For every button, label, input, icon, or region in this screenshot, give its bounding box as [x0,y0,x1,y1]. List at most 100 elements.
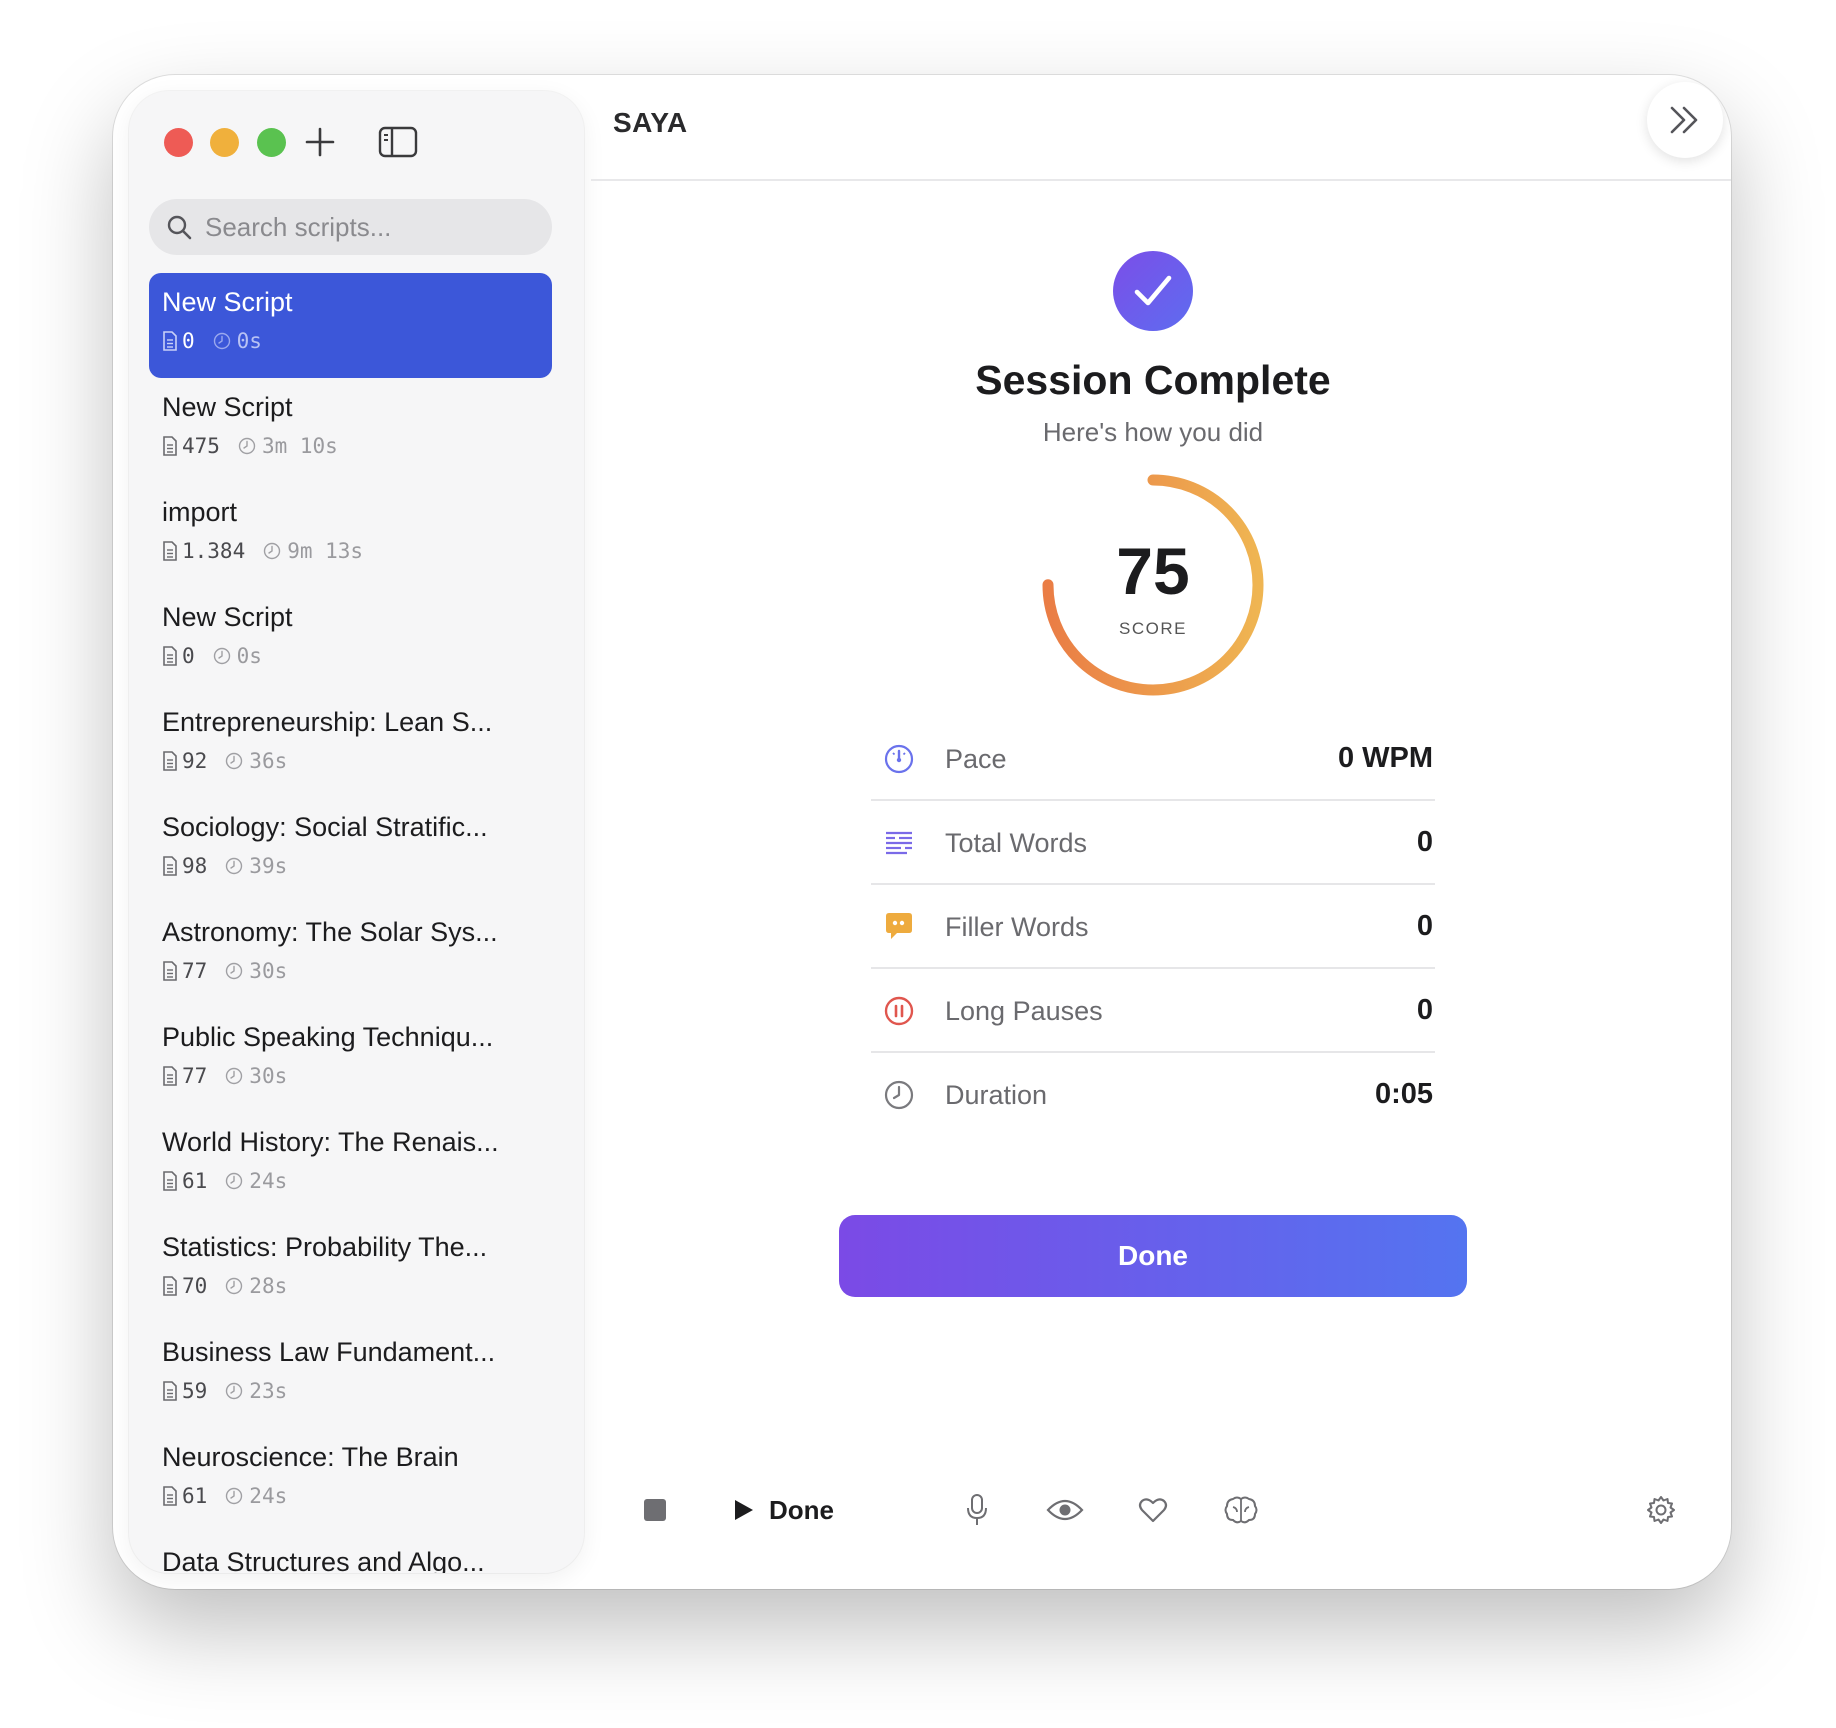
stat-row-duration: Duration 0:05 [871,1053,1435,1137]
stat-value: 0:05 [1374,1078,1433,1110]
script-duration: 23s [249,1379,288,1403]
session-title: Session Complete [975,357,1331,403]
stat-label: Pace [945,744,1007,774]
document-icon [162,961,178,981]
text-lines-icon [883,827,915,859]
script-duration: 24s [249,1484,288,1508]
stat-value: 0 [1416,994,1433,1026]
script-list-item[interactable]: New Script 0 0s [149,588,552,693]
stat-row-long-pauses: Long Pauses 0 [871,969,1435,1053]
script-list-item[interactable]: World History: The Renais... 61 24s [149,1113,552,1218]
heart-icon [1138,1498,1168,1523]
minimize-window-button[interactable] [210,128,239,157]
clock-icon [225,752,243,770]
eye-icon [1046,1499,1084,1521]
plus-icon [305,127,335,157]
clock-icon [883,1079,915,1111]
toggle-sidebar-button[interactable] [375,119,421,165]
script-duration: 39s [249,854,288,878]
script-list-item[interactable]: import 1.384 9m 13s [149,483,552,588]
close-window-button[interactable] [164,128,193,157]
script-list-item[interactable]: Neuroscience: The Brain 61 24s [149,1428,552,1533]
app-window: New Script 0 0s New Script 475 3m 10s import 1.… [113,75,1731,1589]
stat-value: 0 [1416,826,1433,858]
script-duration: 24s [249,1169,288,1193]
favorite-button[interactable] [1129,1486,1177,1534]
document-icon [162,1066,178,1086]
preview-button[interactable] [1041,1486,1089,1534]
clock-icon [225,1067,243,1085]
word-count: 59 [182,1379,208,1403]
word-count: 98 [182,854,208,878]
settings-button[interactable] [1637,1486,1685,1534]
word-count: 61 [182,1169,208,1193]
script-title: New Script [162,287,293,317]
search-bar[interactable] [149,199,552,255]
word-count: 70 [182,1274,208,1298]
score-value: 75 [1116,534,1190,608]
script-title: Business Law Fundament... [162,1337,496,1367]
document-icon [162,541,178,561]
header-divider [591,179,1731,181]
script-list-item[interactable]: Public Speaking Techniqu... 77 30s [149,1008,552,1113]
stop-button[interactable] [631,1486,679,1534]
stop-icon [644,1499,666,1521]
clock-icon [225,1277,243,1295]
script-duration: 0s [236,329,262,353]
clock-icon [213,332,231,350]
play-button[interactable]: Done [733,1486,834,1534]
word-count: 475 [182,434,220,458]
script-list-item[interactable]: Entrepreneurship: Lean S... 92 36s [149,693,552,798]
pause-circle-icon [883,995,915,1027]
clock-icon [225,1382,243,1400]
score-label: SCORE [1119,619,1187,638]
script-duration: 0s [236,644,262,668]
done-button[interactable]: Done [839,1215,1467,1297]
word-count: 61 [182,1484,208,1508]
search-input[interactable] [203,210,547,244]
script-list: New Script 0 0s New Script 475 3m 10s import 1.… [149,273,552,1573]
script-list-item[interactable]: Sociology: Social Stratific... 98 39s [149,798,552,903]
script-duration: 30s [249,959,288,983]
stat-label: Duration [945,1080,1048,1110]
word-count: 92 [182,749,208,773]
ai-coach-button[interactable] [1217,1486,1265,1534]
script-title: Statistics: Probability The... [162,1232,488,1262]
script-list-item[interactable]: Astronomy: The Solar Sys... 77 30s [149,903,552,1008]
stat-row-total-words: Total Words 0 [871,801,1435,885]
session-subtitle: Here's how you did [1042,417,1264,447]
document-icon [162,1276,178,1296]
expand-panel-button[interactable] [1647,82,1723,158]
script-meta: 475 3m 10s [162,434,338,458]
script-meta: 77 30s [162,1064,287,1088]
script-meta: 0 0s [162,329,262,353]
stats-list: Pace 0 WPM Total Words 0 Filler Words 0 … [871,717,1435,1137]
script-meta: 77 30s [162,959,287,983]
speedometer-icon [883,743,915,775]
score-ring: 75 SCORE [1039,471,1267,699]
stat-label: Total Words [945,828,1088,858]
script-meta: 61 24s [162,1484,287,1508]
stat-row-filler-words: Filler Words 0 [871,885,1435,969]
script-meta: 92 36s [162,749,287,773]
document-icon [162,1171,178,1191]
stat-value: 0 [1416,910,1433,942]
document-icon [162,436,178,456]
script-duration: 3m 10s [261,434,338,458]
script-list-item[interactable]: Business Law Fundament... 59 23s [149,1323,552,1428]
script-list-item[interactable]: Statistics: Probability The... 70 28s [149,1218,552,1323]
speech-bubble-icon [883,911,915,943]
search-icon [165,213,193,241]
document-icon [162,1381,178,1401]
word-count: 77 [182,959,208,983]
script-list-item[interactable]: New Script 475 3m 10s [149,378,552,483]
script-list-item[interactable]: Data Structures and Algo... [149,1533,552,1573]
script-list-item[interactable]: New Script 0 0s [149,273,552,378]
script-meta: 1.384 9m 13s [162,539,363,563]
zoom-window-button[interactable] [257,128,286,157]
success-badge [1113,251,1193,331]
script-duration: 30s [249,1064,288,1088]
microphone-button[interactable] [953,1486,1001,1534]
brain-icon [1224,1496,1258,1524]
new-script-button[interactable] [297,119,343,165]
